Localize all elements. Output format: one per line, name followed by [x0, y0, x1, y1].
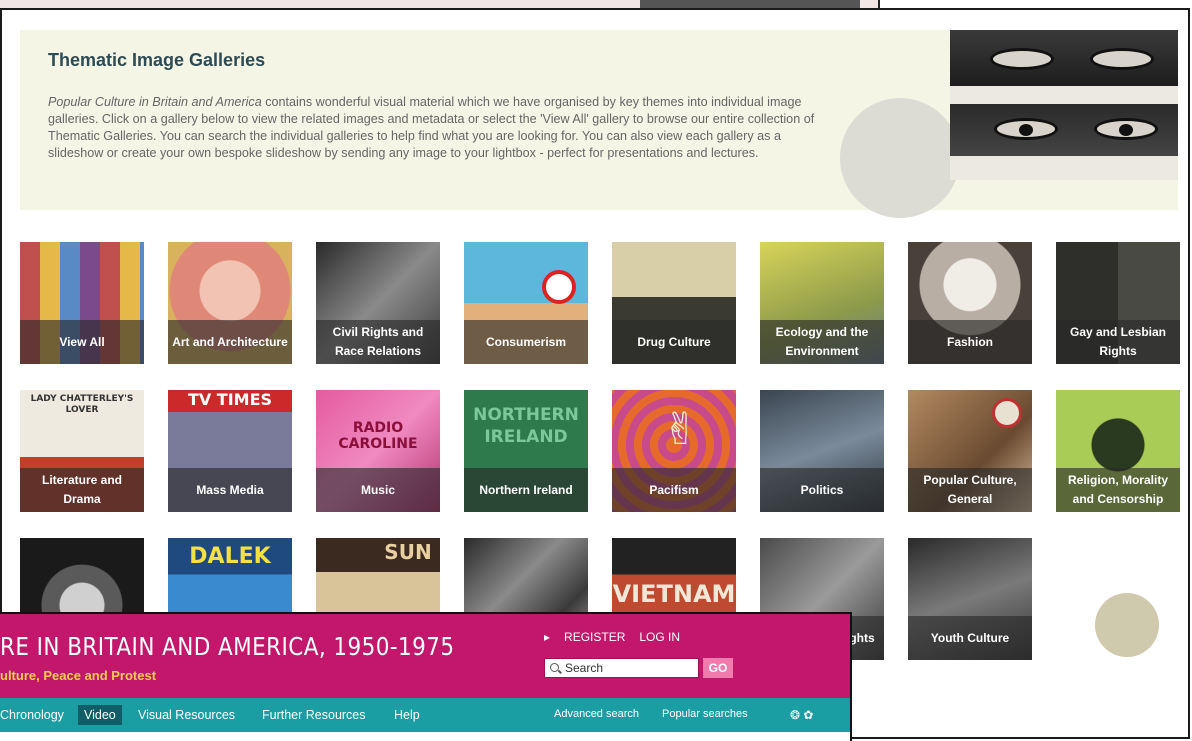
gallery-tile-northern-ireland[interactable]: NORTHERN IRELAND Northern Ireland: [464, 390, 588, 512]
pepsi-cap-icon: [542, 270, 576, 304]
advanced-search-link[interactable]: Advanced search: [554, 708, 639, 720]
gallery-tile-consumerism[interactable]: Consumerism: [464, 242, 588, 364]
tv-times-masthead: TV TIMES: [187, 390, 273, 409]
eye-icon: [1090, 48, 1154, 70]
gallery-tile-ecology[interactable]: Ecology and the Environment: [760, 242, 884, 364]
gallery-label: Fashion: [908, 320, 1032, 364]
gallery-label: Civil Rights and Race Relations: [316, 320, 440, 364]
nav-item-visual-resources[interactable]: Visual Resources: [138, 708, 235, 722]
nav-item-video[interactable]: Video: [78, 705, 122, 725]
page-title: Thematic Image Galleries: [48, 50, 266, 70]
gallery-label: Northern Ireland: [464, 468, 588, 512]
intro-panel: Thematic Image Galleries Popular Culture…: [20, 30, 1178, 218]
login-link[interactable]: LOG IN: [639, 630, 680, 644]
site-header-banner: RE IN BRITAIN AND AMERICA, 1950-1975 ult…: [0, 614, 850, 698]
gallery-tile-art-architecture[interactable]: Art and Architecture: [168, 242, 292, 364]
site-header-overlay: RE IN BRITAIN AND AMERICA, 1950-1975 ult…: [0, 612, 852, 741]
gallery-tile-gay-lesbian[interactable]: Gay and Lesbian Rights: [1056, 242, 1180, 364]
eyes-strip-bottom: [950, 104, 1178, 156]
nav-icons: ❂ ✿: [790, 708, 813, 722]
gallery-tile-literature[interactable]: LADY CHATTERLEY'S LOVER Literature and D…: [20, 390, 144, 512]
gallery-tile-politics[interactable]: Politics: [760, 390, 884, 512]
eyes-strip-top: [950, 30, 1178, 86]
gallery-tile-fashion[interactable]: Fashion: [908, 242, 1032, 364]
gallery-label: Drug Culture: [612, 320, 736, 364]
register-link[interactable]: REGISTER: [564, 630, 625, 644]
badge-icon: [992, 398, 1022, 428]
gallery-tile-religion[interactable]: Religion, Morality and Censorship: [1056, 390, 1180, 512]
intro-text-title: Popular Culture in Britain and America: [48, 95, 262, 109]
settings-icon[interactable]: ✿: [803, 708, 813, 722]
northern-ireland-text: NORTHERN IRELAND: [473, 405, 579, 447]
nav-item-chronology[interactable]: Chronology: [0, 708, 64, 722]
gallery-tile-view-all[interactable]: View All: [20, 242, 144, 364]
gallery-label: Literature and Drama: [20, 468, 144, 512]
eye-icon: [1094, 118, 1158, 140]
radio-caroline-text: RADIO CAROLINE: [338, 420, 418, 452]
peace-hand-icon: ✌: [662, 404, 699, 455]
decorative-circle: [840, 98, 960, 218]
gallery-label: Popular Culture, General: [908, 468, 1032, 512]
gallery-label: Mass Media: [168, 468, 292, 512]
dalek-title: DALEK: [189, 544, 271, 569]
site-subtitle: ulture, Peace and Protest: [0, 668, 157, 683]
eyes-header-image: [950, 30, 1178, 180]
search-go-button[interactable]: GO: [703, 658, 733, 678]
gallery-label: Pacifism: [612, 468, 736, 512]
gallery-label: Music: [316, 468, 440, 512]
account-links: ▸ REGISTER LOG IN: [544, 630, 694, 644]
gallery-tile-music[interactable]: RADIO CAROLINE Music: [316, 390, 440, 512]
gallery-label: Youth Culture: [908, 616, 1032, 660]
main-nav: Chronology Video Visual Resources Furthe…: [0, 698, 850, 732]
book-cover-title: LADY CHATTERLEY'S LOVER: [30, 394, 134, 415]
eye-icon: [990, 48, 1054, 70]
gallery-tile-mass-media[interactable]: TV TIMES Mass Media: [168, 390, 292, 512]
gallery-tile-civil-rights[interactable]: Civil Rights and Race Relations: [316, 242, 440, 364]
help-icon[interactable]: ❂: [790, 708, 800, 722]
popular-searches-link[interactable]: Popular searches: [662, 708, 748, 720]
decorative-circle: [1095, 593, 1159, 657]
gallery-label: View All: [20, 320, 144, 364]
search-input[interactable]: Search: [544, 658, 699, 678]
sun-text: SUN: [384, 540, 432, 564]
arrow-icon: ▸: [544, 630, 551, 644]
intro-text: Popular Culture in Britain and America c…: [48, 94, 838, 162]
gallery-label: Consumerism: [464, 320, 588, 364]
gallery-tile-popular-culture[interactable]: Popular Culture, General: [908, 390, 1032, 512]
eye-icon: [994, 118, 1058, 140]
search-icon: [550, 663, 559, 672]
nav-item-help[interactable]: Help: [394, 708, 420, 722]
search-placeholder: Search: [565, 661, 604, 675]
gallery-tile-pacifism[interactable]: ✌ Pacifism: [612, 390, 736, 512]
gallery-label: Politics: [760, 468, 884, 512]
gallery-tile-drug-culture[interactable]: Drug Culture: [612, 242, 736, 364]
gallery-label: Gay and Lesbian Rights: [1056, 320, 1180, 364]
vietnam-text: VIETNAM: [612, 580, 736, 608]
gallery-label: Religion, Morality and Censorship: [1056, 468, 1180, 512]
nav-item-further-resources[interactable]: Further Resources: [262, 708, 366, 722]
gallery-label: Art and Architecture: [168, 320, 292, 364]
gallery-label: Ecology and the Environment: [760, 320, 884, 364]
gallery-tile-youth-culture[interactable]: Youth Culture: [908, 538, 1032, 660]
site-title: RE IN BRITAIN AND AMERICA, 1950-1975: [0, 632, 455, 661]
